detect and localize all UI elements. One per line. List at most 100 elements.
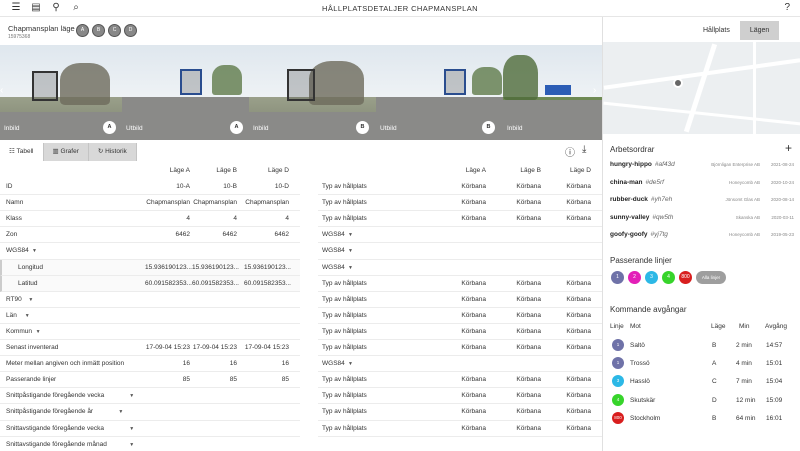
- stop-position: D: [712, 396, 717, 404]
- photo[interactable]: Inbild B: [249, 45, 376, 140]
- table-row: Meter mellan angiven och inmätt position…: [0, 356, 300, 373]
- stop-chip-c[interactable]: C: [108, 24, 121, 37]
- gallery-prev-icon[interactable]: ‹: [0, 85, 3, 96]
- tab-historik[interactable]: ↻ Historik: [88, 143, 137, 161]
- row-label: Typ av hållplats: [322, 344, 367, 352]
- chevron-down-icon[interactable]: ▼: [348, 361, 353, 367]
- line-badge[interactable]: 3: [645, 271, 658, 284]
- photo[interactable]: Inbild A: [0, 45, 122, 140]
- info-icon[interactable]: ⓘ: [565, 144, 575, 159]
- departure-row[interactable]: 4 Skutskär D 12 min 15:09: [610, 391, 794, 409]
- chevron-down-icon[interactable]: ▼: [348, 248, 353, 254]
- photo-badge: A: [103, 121, 116, 134]
- table-row[interactable]: RT90 ▼: [0, 292, 300, 308]
- row-label: Typ av hållplats: [322, 408, 367, 416]
- cell-value: 4: [285, 215, 289, 223]
- table-row[interactable]: Snittavstigande föregående månad ▼: [0, 437, 300, 451]
- departure-row[interactable]: 1 Trossö A 4 min 15:01: [610, 354, 794, 372]
- table-row[interactable]: WGS84 ▼: [318, 243, 602, 260]
- photo-caption: Inbild: [253, 125, 269, 132]
- row-label: Kommun: [6, 327, 33, 335]
- table-row[interactable]: Län ▼: [0, 308, 300, 324]
- chevron-down-icon[interactable]: ▼: [32, 248, 37, 254]
- departure-row[interactable]: 800 Stockholm B 64 min 16:01: [610, 409, 794, 427]
- line-badge: 3: [612, 375, 624, 388]
- cell-value: 60.091582353...: [244, 279, 291, 287]
- chevron-down-icon[interactable]: ▼: [348, 265, 353, 271]
- departure-row[interactable]: 1 Saltö B 2 min 14:57: [610, 336, 794, 354]
- row-label: Snittavstigande föregående månad: [6, 440, 107, 448]
- workorder-item[interactable]: goofy-goofy #yj7tg Honeycomb AB 2019-05-23: [610, 228, 794, 244]
- table-row[interactable]: Snittpåstigande föregående vecka ▼: [0, 388, 300, 405]
- table-row[interactable]: WGS84 ▼: [318, 227, 602, 244]
- chevron-down-icon[interactable]: ▼: [129, 426, 134, 432]
- table-row: Namn Chapmansplan Chapmansplan Chapmansplan: [0, 195, 300, 212]
- table-row[interactable]: Snittpåstigande föregående år ▼: [0, 404, 300, 421]
- chevron-down-icon[interactable]: ▼: [36, 329, 41, 335]
- line-badge[interactable]: 2: [628, 271, 641, 284]
- row-label: Snittpåstigande föregående år: [6, 408, 94, 416]
- toggle-lagen[interactable]: Lägen: [739, 21, 780, 40]
- cell-value: 85: [281, 376, 289, 384]
- tab-grafer[interactable]: ▥ Grafer: [43, 143, 89, 161]
- photo-badge: B: [482, 121, 495, 134]
- table-row[interactable]: WGS84 ▼: [318, 356, 602, 373]
- line-badge[interactable]: 4: [662, 271, 675, 284]
- row-label: Latitud: [18, 279, 38, 287]
- photo[interactable]: Utbild A: [122, 45, 249, 140]
- photo[interactable]: Utbild B: [376, 45, 503, 140]
- workorder-item[interactable]: rubber-duck #yh7eh Jönsomt Glas AB 2020-08-…: [610, 193, 794, 209]
- photo-caption: Utbild: [380, 125, 397, 132]
- stop-chip-b[interactable]: B: [92, 24, 105, 37]
- location-map[interactable]: [603, 42, 800, 134]
- stop-chip-d[interactable]: D: [124, 24, 137, 37]
- photo[interactable]: Inbild: [503, 45, 602, 140]
- cell-value: Körbana: [566, 327, 591, 335]
- table-row[interactable]: Kommun ▼: [0, 324, 300, 341]
- table-row[interactable]: WGS84 ▼: [0, 243, 300, 260]
- table-row[interactable]: WGS84 ▼: [318, 260, 602, 276]
- tab-tabell[interactable]: ☷ Tabell: [0, 143, 44, 161]
- add-workorder-button[interactable]: +: [785, 141, 792, 155]
- gallery-next-icon[interactable]: ›: [593, 85, 596, 96]
- toggle-hallplats[interactable]: Hållplats: [693, 21, 740, 40]
- workorder-item[interactable]: hungry-hippo #af43d Björnligan Enterprise …: [610, 158, 794, 174]
- workorder-name: rubber-duck #yh7eh: [610, 196, 673, 203]
- chevron-down-icon[interactable]: ▼: [348, 232, 353, 238]
- departure-row[interactable]: 3 Hasslö C 7 min 15:04: [610, 372, 794, 390]
- cell-value: Körbana: [566, 183, 591, 191]
- column-header: Läge: [711, 323, 726, 330]
- all-lines-button[interactable]: Alla linjer: [696, 271, 726, 284]
- map-pin-icon[interactable]: [673, 78, 683, 88]
- table-row: Latitud 60.091582353... 60.091582353... 60.…: [0, 275, 300, 292]
- row-label: Snittpåstigande föregående vecka: [6, 392, 105, 400]
- table-row[interactable]: Snittavstigande föregående vecka ▼: [0, 421, 300, 437]
- table-row: Typ av hållplats Körbana Körbana Körbana: [318, 388, 602, 405]
- table-icon: ☷: [9, 148, 17, 155]
- line-badges: 1 2 3 4 800 Alla linjer: [611, 271, 726, 284]
- page-title: HÅLLPLATSDETALJER CHAPMANSPLAN: [322, 4, 478, 13]
- help-icon[interactable]: ?: [784, 2, 790, 13]
- workorder-item[interactable]: sunny-valley #qw5th Skanska AB 2020-03-11: [610, 211, 794, 227]
- chevron-down-icon[interactable]: ▼: [118, 409, 123, 415]
- table-row: Typ av hållplats Körbana Körbana Körbana: [318, 179, 602, 196]
- chevron-down-icon[interactable]: ▼: [129, 393, 134, 399]
- stop-position: B: [712, 414, 717, 422]
- cell-value: 15.936190123...: [244, 263, 291, 271]
- minutes-left: 12 min: [736, 396, 756, 404]
- table-header: Läge A Läge B Läge D: [318, 163, 602, 179]
- line-badge[interactable]: 800: [679, 271, 692, 284]
- table-row: Passerande linjer 85 85 85: [0, 372, 300, 389]
- departure-time: 15:04: [766, 378, 783, 386]
- column-header: Läge A: [465, 167, 486, 174]
- chevron-down-icon[interactable]: ▼: [129, 442, 134, 448]
- stop-position: A: [712, 360, 717, 368]
- stop-chip-a[interactable]: A: [76, 24, 89, 37]
- row-label: Typ av hållplats: [322, 295, 367, 303]
- chevron-down-icon[interactable]: ▼: [28, 297, 33, 303]
- workorder-item[interactable]: china-man #de5rf Honeycomb AB 2020-10-24: [610, 176, 794, 192]
- download-icon[interactable]: ⤓: [582, 144, 586, 155]
- line-badge[interactable]: 1: [611, 271, 624, 284]
- table-header: Läge A Läge B Läge D: [0, 163, 300, 179]
- chevron-down-icon[interactable]: ▼: [25, 313, 30, 319]
